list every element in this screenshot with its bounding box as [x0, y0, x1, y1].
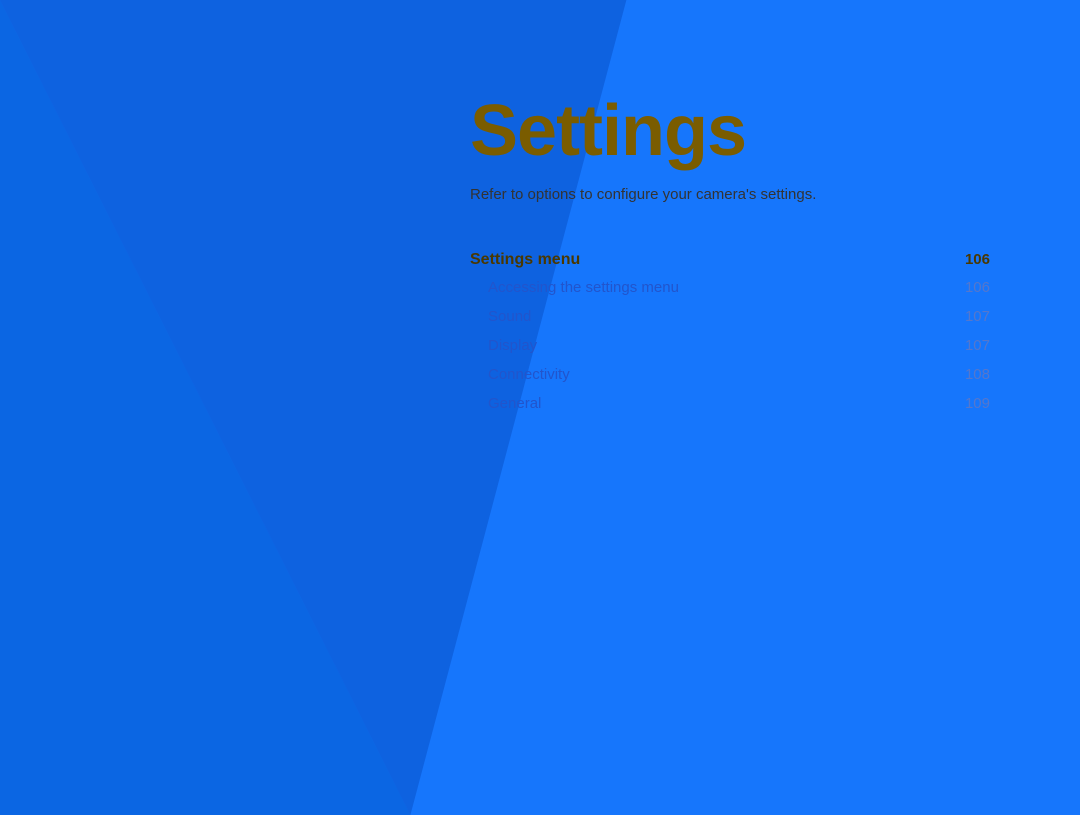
table-of-contents: Settings menu 106 Accessing the settings… — [470, 247, 990, 418]
toc-section-label: Settings menu — [470, 251, 580, 269]
toc-item-label: Sound — [470, 308, 531, 325]
toc-item-general[interactable]: General 109 — [470, 389, 990, 418]
toc-item-label: Accessing the settings menu — [470, 279, 679, 296]
page-subtitle: Refer to options to configure your camer… — [470, 186, 990, 203]
toc-item-page: 109 — [965, 395, 990, 412]
toc-section-page: 106 — [965, 251, 990, 268]
toc-item-connectivity[interactable]: Connectivity 108 — [470, 360, 990, 389]
toc-item-page: 107 — [965, 337, 990, 354]
content-area: Settings Refer to options to configure y… — [470, 90, 990, 418]
toc-header-row: Settings menu 106 — [470, 247, 990, 273]
toc-item-display[interactable]: Display 107 — [470, 331, 990, 360]
toc-item-page: 108 — [965, 366, 990, 383]
page-title: Settings — [470, 90, 990, 172]
toc-item-label: Connectivity — [470, 366, 570, 383]
toc-item-sound[interactable]: Sound 107 — [470, 302, 990, 331]
toc-item-label: Display — [470, 337, 537, 354]
toc-item-page: 107 — [965, 308, 990, 325]
toc-item-label: General — [470, 395, 541, 412]
toc-item-page: 106 — [965, 279, 990, 296]
toc-item-accessing[interactable]: Accessing the settings menu 106 — [470, 273, 990, 302]
